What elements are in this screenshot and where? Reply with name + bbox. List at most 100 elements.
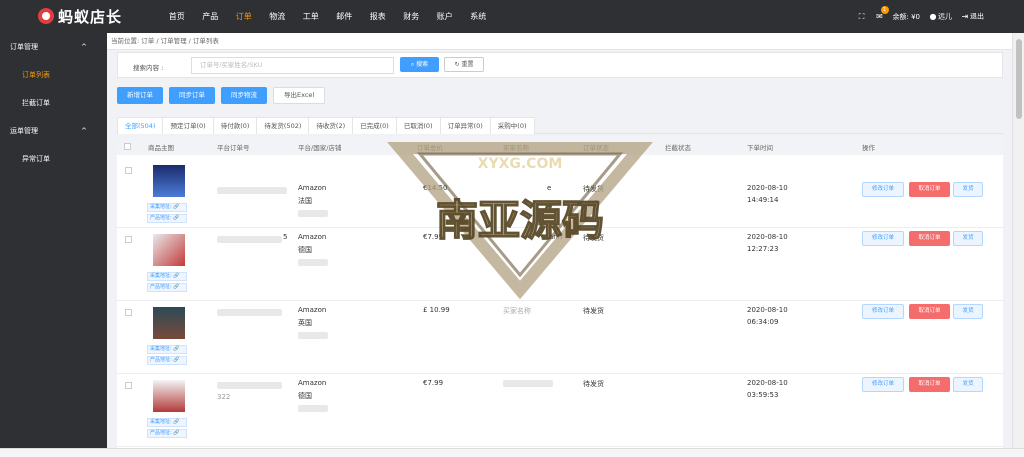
order-total: €7.99 bbox=[423, 379, 444, 387]
chevron-up-icon: ^ bbox=[81, 43, 87, 51]
table-row[interactable]: 采集地址: 🔗 产品地址: 🔗 5 Amazon 德国 €7.99 ann 待发… bbox=[117, 228, 1003, 301]
platform-name: Amazon bbox=[298, 233, 327, 241]
col-platform: 平台/国家/店铺 bbox=[298, 143, 342, 152]
sidebar-group-order-management[interactable]: 订单管理 ^ bbox=[0, 33, 107, 61]
source-link-label: 采集地址: bbox=[150, 204, 174, 210]
sidebar-item-abnormal-orders[interactable]: 异常订单 bbox=[0, 145, 107, 173]
product-link[interactable]: 产品地址: 🔗 bbox=[147, 214, 187, 223]
vertical-scrollbar[interactable] bbox=[1012, 33, 1024, 448]
order-number-redacted bbox=[217, 309, 282, 316]
tab-all[interactable]: 全部(504) bbox=[117, 117, 164, 134]
order-number-redacted bbox=[217, 236, 282, 243]
nav-item-products[interactable]: 产品 bbox=[194, 0, 228, 33]
table-row[interactable]: 采集地址: 🔗 产品地址: 🔗 Amazon 法国 €14.50 e 待发货 2… bbox=[117, 155, 1003, 228]
col-status: 订单状态 bbox=[583, 143, 609, 152]
status-strip bbox=[0, 448, 1024, 457]
ship-button[interactable]: 发货 bbox=[953, 231, 983, 246]
select-all-checkbox[interactable] bbox=[124, 143, 131, 150]
top-bar: 蚂蚁店长 首页 产品 订单 物流 工单 邮件 报表 财务 账户 系统 ⛶ ✉ 1… bbox=[0, 0, 1024, 33]
product-link[interactable]: 产品地址: 🔗 bbox=[147, 429, 187, 438]
product-thumbnail[interactable] bbox=[153, 380, 185, 412]
ship-button[interactable]: 发货 bbox=[953, 182, 983, 197]
nav-item-mail[interactable]: 邮件 bbox=[328, 0, 362, 33]
edit-order-button[interactable]: 修改订单 bbox=[862, 377, 904, 392]
sidebar-item-intercepted-orders[interactable]: 拦截订单 bbox=[0, 89, 107, 117]
row-checkbox[interactable] bbox=[125, 236, 132, 243]
message-button[interactable]: ✉ 1 bbox=[875, 5, 889, 22]
tab-pending-payment[interactable]: 待付款(0) bbox=[212, 117, 258, 134]
nav-item-logistics[interactable]: 物流 bbox=[261, 0, 295, 33]
buyer-name: ann bbox=[549, 233, 563, 241]
platform-name: Amazon bbox=[298, 379, 327, 387]
tab-abnormal[interactable]: 订单异常(0) bbox=[439, 117, 491, 134]
ship-button[interactable]: 发货 bbox=[953, 377, 983, 392]
search-input[interactable]: 订单号/买家姓名/SKU bbox=[191, 57, 394, 74]
col-order-no: 平台订单号 bbox=[217, 143, 250, 152]
product-thumbnail[interactable] bbox=[153, 307, 185, 339]
buyer-name: 买家名称 bbox=[503, 307, 531, 315]
app-logo[interactable]: 蚂蚁店长 bbox=[38, 5, 122, 27]
tab-cancelled[interactable]: 已取消(0) bbox=[395, 117, 441, 134]
col-actions: 操作 bbox=[862, 143, 875, 152]
tab-pending-shipment[interactable]: 待发货(502) bbox=[256, 117, 310, 134]
action-bar: 新增订单 同步订单 同步物流 导出Excel bbox=[117, 87, 326, 104]
row-checkbox[interactable] bbox=[125, 309, 132, 316]
export-excel-button[interactable]: 导出Excel bbox=[273, 87, 326, 104]
sync-orders-button[interactable]: 同步订单 bbox=[169, 87, 215, 104]
table-row[interactable]: 采集地址: 🔗 产品地址: 🔗 Amazon 英国 £ 10.99 买家名称 待… bbox=[117, 301, 1003, 374]
edit-order-button[interactable]: 修改订单 bbox=[862, 182, 904, 197]
source-link[interactable]: 采集地址: 🔗 bbox=[147, 418, 187, 427]
logo-icon bbox=[38, 8, 54, 24]
product-link[interactable]: 产品地址: 🔗 bbox=[147, 283, 187, 292]
nav-item-orders[interactable]: 订单 bbox=[227, 0, 261, 33]
breadcrumb: 当前位置: 订单 / 订单管理 / 订单列表 bbox=[107, 33, 1012, 50]
edit-order-button[interactable]: 修改订单 bbox=[862, 304, 904, 319]
platform-name: Amazon bbox=[298, 306, 327, 314]
tab-preorder[interactable]: 预定订单(0) bbox=[162, 117, 214, 134]
sync-logistics-button[interactable]: 同步物流 bbox=[221, 87, 267, 104]
nav-item-system[interactable]: 系统 bbox=[462, 0, 496, 33]
sidebar-group-waybill-management[interactable]: 运单管理 ^ bbox=[0, 117, 107, 145]
product-thumbnail[interactable] bbox=[153, 165, 185, 197]
row-checkbox[interactable] bbox=[125, 382, 132, 389]
main-nav: 首页 产品 订单 物流 工单 邮件 报表 财务 账户 系统 bbox=[160, 0, 495, 33]
tab-pending-receipt[interactable]: 待收货(2) bbox=[308, 117, 354, 134]
nav-item-finance[interactable]: 财务 bbox=[395, 0, 429, 33]
reset-button[interactable]: ↻ 重置 bbox=[444, 57, 484, 72]
nav-item-home[interactable]: 首页 bbox=[160, 0, 194, 33]
cancel-order-button[interactable]: 取消订单 bbox=[909, 304, 950, 319]
user-menu[interactable]: ● 远儿 bbox=[928, 11, 953, 22]
logout-label: 退出 bbox=[970, 12, 984, 21]
tab-purchasing[interactable]: 采购中(0) bbox=[489, 117, 535, 134]
product-link[interactable]: 产品地址: 🔗 bbox=[147, 356, 187, 365]
logout-button[interactable]: ⇥ 退出 bbox=[960, 11, 984, 22]
product-link-label: 产品地址: bbox=[150, 357, 174, 363]
order-time: 03:59:53 bbox=[747, 391, 779, 399]
order-time: 06:34:09 bbox=[747, 318, 779, 326]
source-link[interactable]: 采集地址: 🔗 bbox=[147, 345, 187, 354]
table-row[interactable]: 采集地址: 🔗 产品地址: 🔗 322 Amazon 德国 €7.99 待发货 … bbox=[117, 374, 1003, 447]
source-link[interactable]: 采集地址: 🔗 bbox=[147, 203, 187, 212]
tab-completed[interactable]: 已完成(0) bbox=[352, 117, 397, 134]
sidebar-item-order-list[interactable]: 订单列表 bbox=[0, 61, 107, 89]
source-link-label: 采集地址: bbox=[150, 346, 174, 352]
user-name: 远儿 bbox=[938, 12, 952, 21]
search-button[interactable]: ⌕ 搜索 bbox=[400, 57, 439, 72]
row-checkbox[interactable] bbox=[125, 167, 132, 174]
add-order-button[interactable]: 新增订单 bbox=[117, 87, 163, 104]
scrollbar-thumb[interactable] bbox=[1016, 39, 1022, 119]
ship-button[interactable]: 发货 bbox=[953, 304, 983, 319]
fullscreen-icon[interactable]: ⛶ bbox=[857, 12, 867, 22]
buyer-name-redacted bbox=[503, 380, 553, 387]
col-order-time: 下单时间 bbox=[747, 143, 773, 152]
cancel-order-button[interactable]: 取消订单 bbox=[909, 377, 950, 392]
edit-order-button[interactable]: 修改订单 bbox=[862, 231, 904, 246]
product-thumbnail[interactable] bbox=[153, 234, 185, 266]
nav-item-account[interactable]: 账户 bbox=[428, 0, 462, 33]
nav-item-reports[interactable]: 报表 bbox=[361, 0, 395, 33]
nav-item-tickets[interactable]: 工单 bbox=[294, 0, 328, 33]
order-status: 待发货 bbox=[583, 234, 604, 242]
cancel-order-button[interactable]: 取消订单 bbox=[909, 231, 950, 246]
source-link[interactable]: 采集地址: 🔗 bbox=[147, 272, 187, 281]
cancel-order-button[interactable]: 取消订单 bbox=[909, 182, 950, 197]
